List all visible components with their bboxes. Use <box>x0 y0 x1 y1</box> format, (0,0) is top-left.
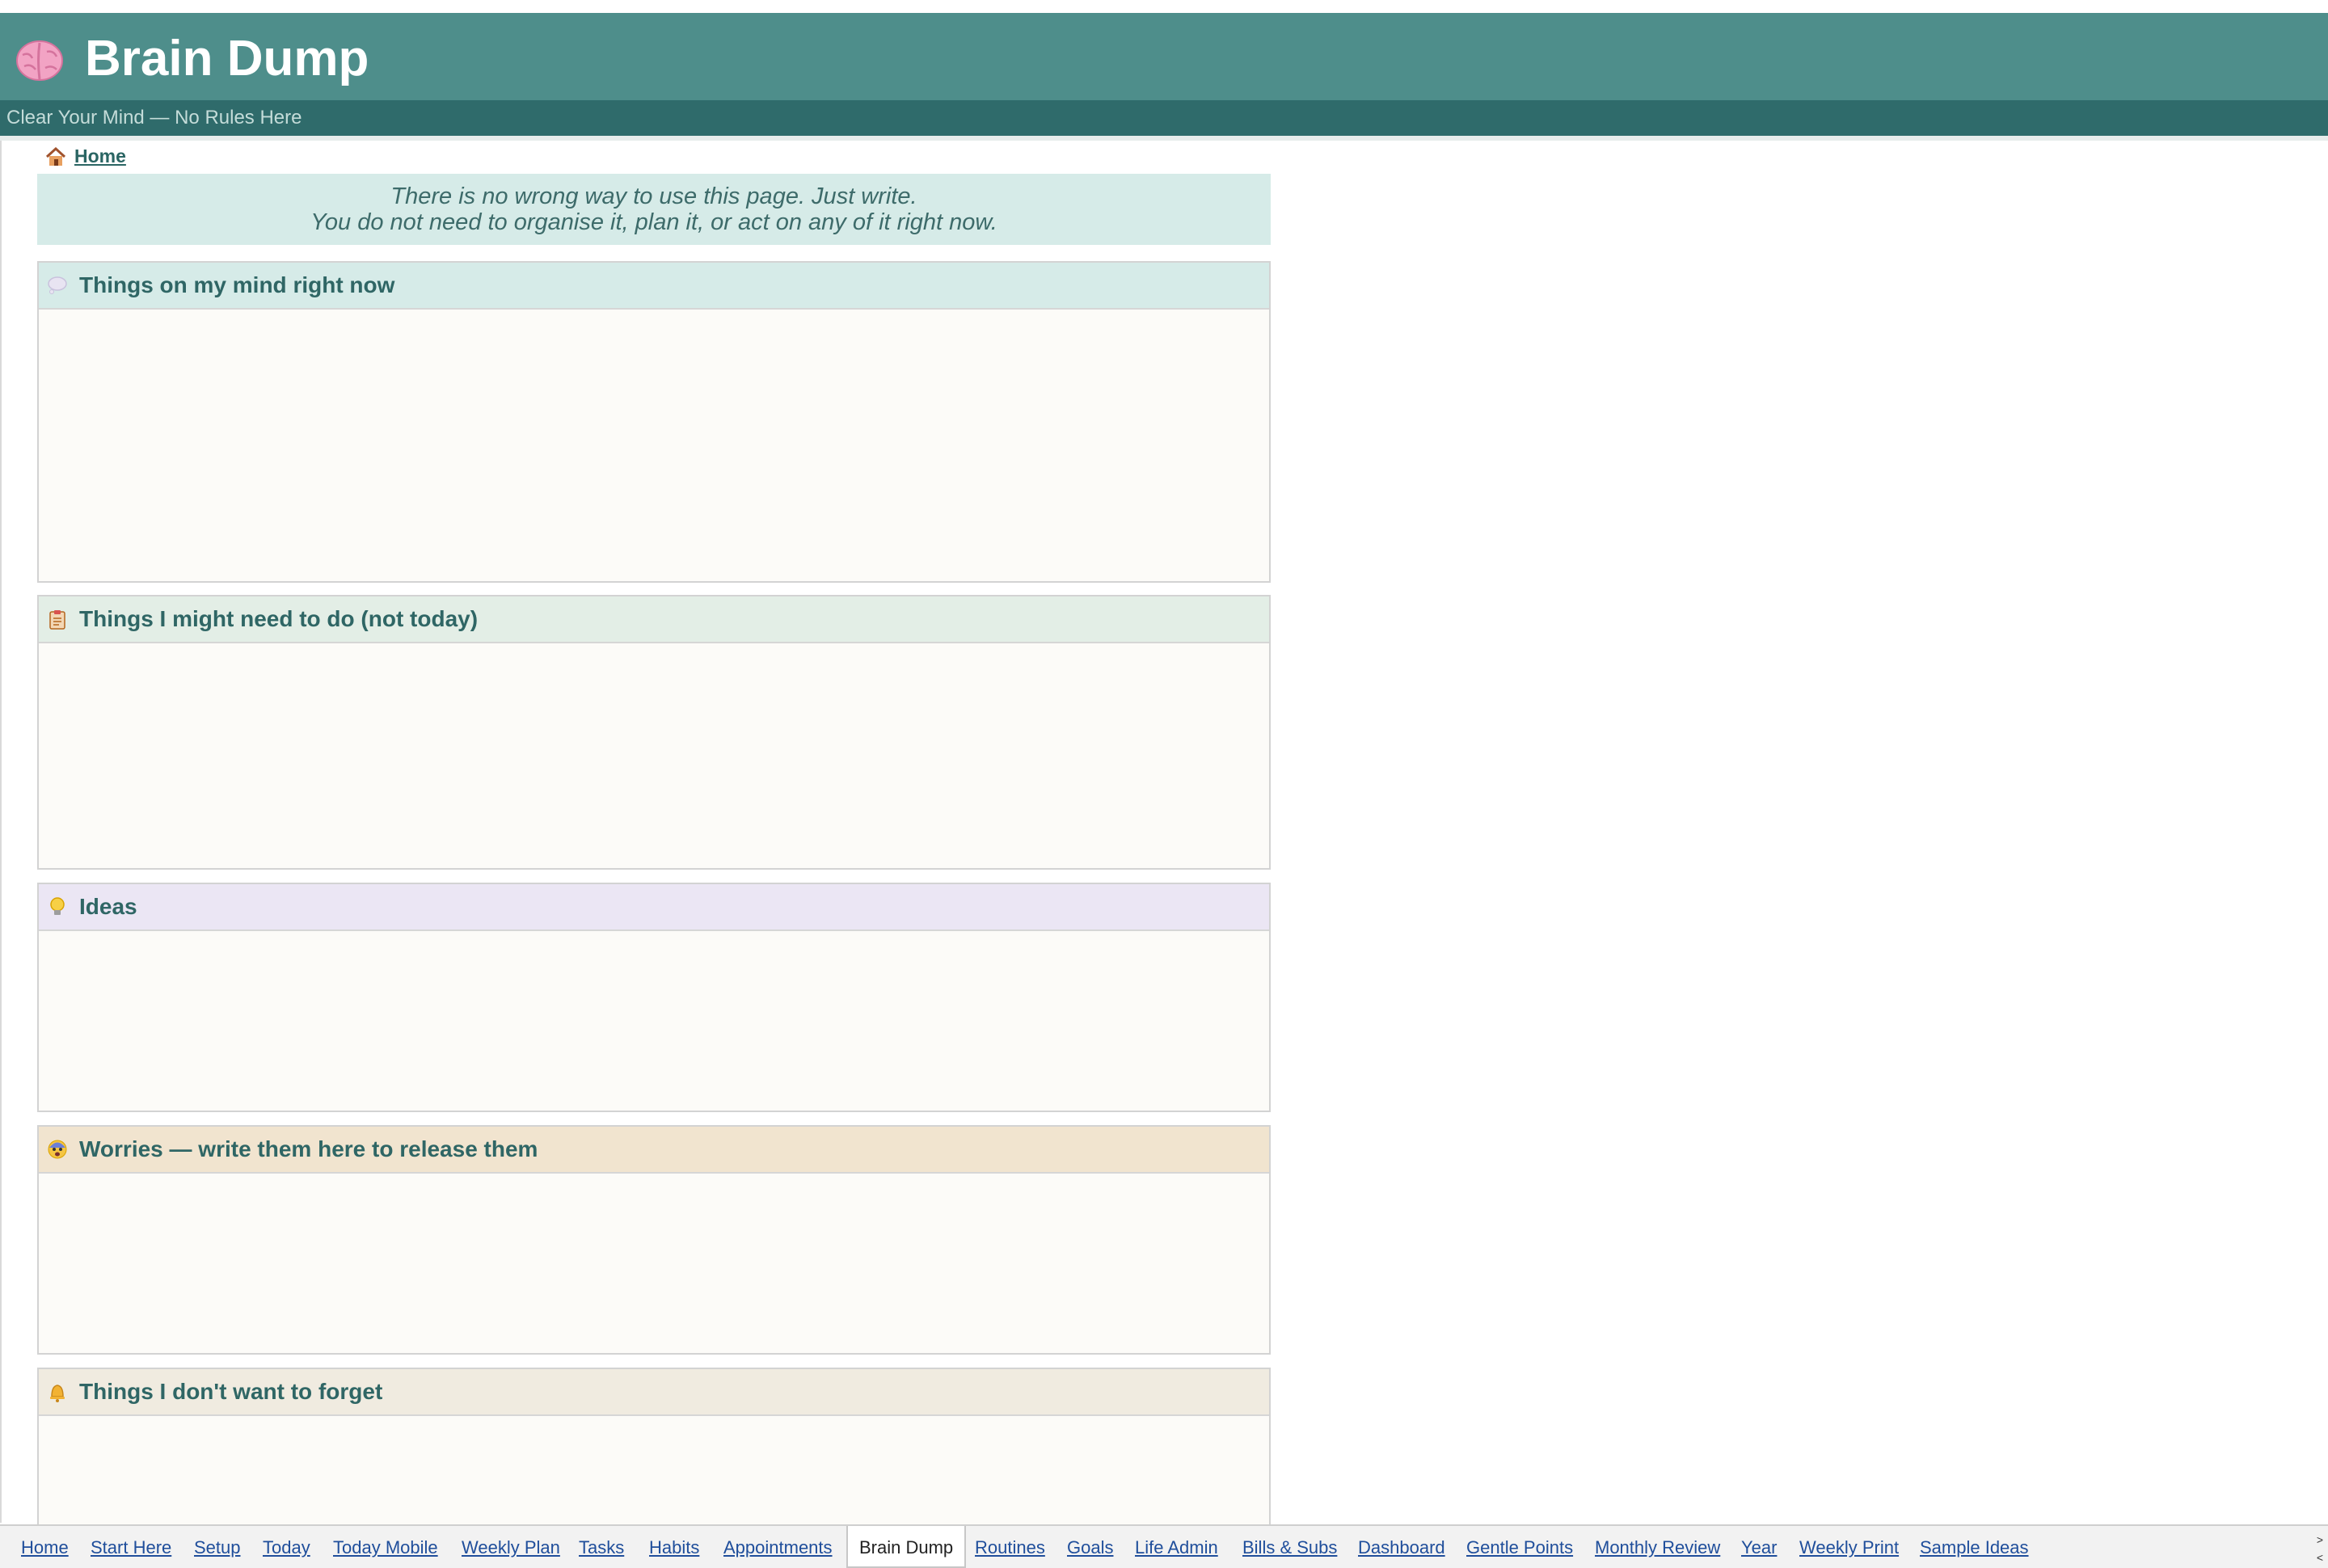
section-title: Ideas <box>79 894 137 919</box>
scroll-right-arrow[interactable]: > <box>2317 1531 2323 1549</box>
tab-home[interactable]: Home <box>21 1537 69 1558</box>
tab-routines[interactable]: Routines <box>975 1537 1045 1558</box>
section-title: Things I might need to do (not today) <box>79 606 479 631</box>
page-subtitle: Clear Your Mind — No Rules Here <box>6 107 302 129</box>
worried-face-icon <box>48 1140 67 1159</box>
page-header: Brain Dump <box>0 13 2328 100</box>
tab-appointments[interactable]: Appointments <box>723 1537 833 1558</box>
section-header: Worries — write them here to release the… <box>39 1127 1269 1174</box>
section-title: Things on my mind right now <box>79 272 395 297</box>
house-icon <box>45 146 66 166</box>
intro-banner: There is no wrong way to use this page. … <box>37 174 1271 245</box>
tab-year[interactable]: Year <box>1741 1537 1777 1558</box>
tab-life-admin[interactable]: Life Admin <box>1135 1537 1218 1558</box>
section-header: Ideas <box>39 884 1269 931</box>
tab-monthly-review[interactable]: Monthly Review <box>1595 1537 1720 1558</box>
section-dont-forget: Things I don't want to forget <box>37 1368 1271 1524</box>
intro-line-1: There is no wrong way to use this page. … <box>390 183 917 209</box>
scroll-left-arrow[interactable]: < <box>2317 1549 2323 1566</box>
section-on-my-mind: Things on my mind right now <box>37 261 1271 583</box>
tab-today-mobile[interactable]: Today Mobile <box>333 1537 438 1558</box>
intro-line-2: You do not need to organise it, plan it,… <box>310 209 997 235</box>
section-might-need-to-do: Things I might need to do (not today) <box>37 595 1271 870</box>
section-ideas: Ideas <box>37 883 1271 1112</box>
tab-scroll-arrows[interactable]: > < <box>2317 1531 2323 1566</box>
section-title: Worries — write them here to release the… <box>79 1136 538 1161</box>
writing-area[interactable] <box>39 1174 1269 1353</box>
section-title: Things I don't want to forget <box>79 1379 383 1404</box>
tab-today[interactable]: Today <box>263 1537 310 1558</box>
writing-area[interactable] <box>39 1416 1269 1524</box>
section-worries: Worries — write them here to release the… <box>37 1125 1271 1355</box>
tab-weekly-print[interactable]: Weekly Print <box>1799 1537 1899 1558</box>
tab-dashboard[interactable]: Dashboard <box>1358 1537 1445 1558</box>
tab-bills-subs[interactable]: Bills & Subs <box>1242 1537 1337 1558</box>
home-link[interactable]: Home <box>45 145 126 167</box>
page-title: Brain Dump <box>85 31 369 86</box>
sheet-tab-bar: Home Start Here Setup Today Today Mobile… <box>0 1524 2328 1568</box>
home-link-label: Home <box>74 145 126 166</box>
writing-area[interactable] <box>39 931 1269 1111</box>
lightbulb-icon <box>50 897 65 915</box>
thought-bubble-icon <box>48 276 67 294</box>
section-header: Things on my mind right now <box>39 263 1269 310</box>
writing-area[interactable] <box>39 643 1269 868</box>
tab-goals[interactable]: Goals <box>1067 1537 1113 1558</box>
tab-habits[interactable]: Habits <box>649 1537 699 1558</box>
tab-tasks[interactable]: Tasks <box>579 1537 624 1558</box>
sheet-left-edge <box>0 141 2 1523</box>
tab-setup[interactable]: Setup <box>194 1537 241 1558</box>
section-header: Things I don't want to forget <box>39 1369 1269 1416</box>
clipboard-icon <box>49 610 65 630</box>
bell-icon <box>50 1385 65 1402</box>
section-header: Things I might need to do (not today) <box>39 596 1269 643</box>
subtitle-bar: Clear Your Mind — No Rules Here <box>0 100 2328 136</box>
tab-brain-dump[interactable]: Brain Dump <box>846 1526 967 1568</box>
brain-icon <box>16 40 63 81</box>
tab-sample-ideas[interactable]: Sample Ideas <box>1920 1537 2029 1558</box>
tab-start-here[interactable]: Start Here <box>91 1537 171 1558</box>
writing-area[interactable] <box>39 310 1269 581</box>
tab-gentle-points[interactable]: Gentle Points <box>1466 1537 1573 1558</box>
tab-weekly-plan[interactable]: Weekly Plan <box>462 1537 560 1558</box>
top-gap <box>0 0 2328 13</box>
header-divider <box>0 136 2328 141</box>
